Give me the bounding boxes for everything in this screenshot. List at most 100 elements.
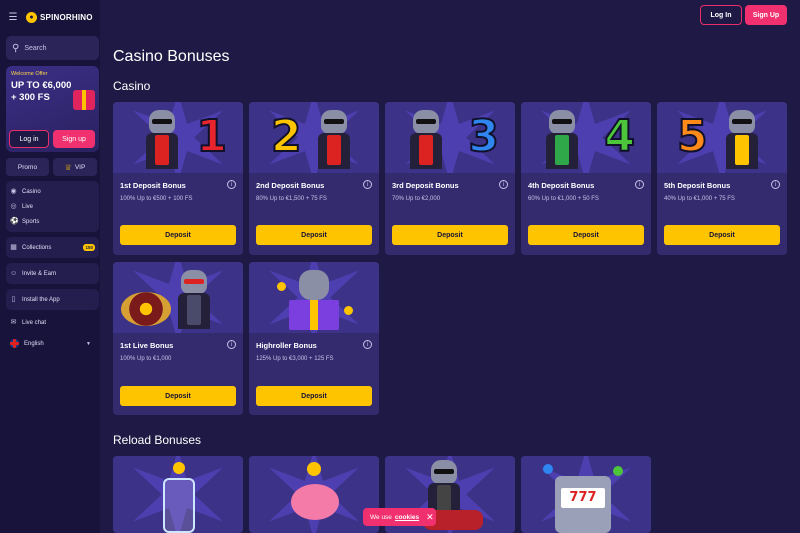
bonus-card-desc: 80% Up to €1,500 + 75 FS: [256, 196, 327, 202]
bonus-card-title: 5th Deposit Bonus: [664, 181, 731, 190]
cookie-link[interactable]: cookies: [395, 514, 419, 521]
bonus-card: 3 3rd Deposit Bonus i 70% Up to €2,000 D…: [385, 102, 515, 255]
digit-four-icon: 4: [603, 111, 636, 163]
bonus-card-art: 1: [113, 102, 243, 173]
sidebar-item-label: Sports: [22, 218, 40, 225]
promo-button[interactable]: Promo: [6, 158, 50, 176]
sidebar-item-sports[interactable]: ⚽ Sports: [6, 214, 99, 229]
deposit-button[interactable]: Deposit: [392, 225, 508, 245]
bonus-card-desc: 125% Up to €3,000 + 125 FS: [256, 356, 334, 362]
bonus-card-title: 2nd Deposit Bonus: [256, 181, 325, 190]
reload-bonus-card: [249, 456, 379, 533]
bonus-card-desc: 100% Up to €1,000: [120, 356, 172, 362]
bonus-card-desc: 60% Up to €1,000 + 50 FS: [528, 196, 599, 202]
deposit-button[interactable]: Deposit: [528, 225, 644, 245]
sidebar-item-casino[interactable]: ◉ Casino: [6, 184, 99, 199]
bonus-card-body: 1st Live Bonus i 100% Up to €1,000: [113, 333, 243, 362]
welcome-offer-banner[interactable]: Welcome Offer UP TO €6,000 + 300 FS Log …: [6, 66, 99, 152]
welcome-auth-row: Log in Sign up: [9, 130, 95, 148]
roulette-wheel-icon: [121, 292, 171, 326]
digit-one-icon: 1: [195, 111, 228, 163]
info-icon[interactable]: i: [363, 180, 372, 189]
sidebar-item-live-chat[interactable]: ✉ Live chat: [6, 315, 97, 330]
rhino-icon: [315, 110, 353, 170]
coin-icon: [173, 462, 185, 474]
language-selector[interactable]: English ▼: [6, 336, 97, 351]
gift-box-icon: [289, 300, 339, 330]
deposit-button[interactable]: Deposit: [664, 225, 780, 245]
search-input[interactable]: ⚲ Search: [6, 36, 99, 60]
bonus-card: 1 1st Deposit Bonus i 100% Up to €500 + …: [113, 102, 243, 255]
chat-icon: ✉: [10, 319, 17, 326]
bonus-card-title: 3rd Deposit Bonus: [392, 181, 459, 190]
header-login-button[interactable]: Log In: [700, 5, 742, 25]
section-title-reload: Reload Bonuses: [113, 433, 202, 447]
menu-toggle-icon[interactable]: ☰: [6, 10, 20, 24]
sidebar-item-label: Collections: [22, 244, 52, 251]
header-signup-button[interactable]: Sign Up: [745, 5, 787, 25]
digit-five-icon: 5: [676, 111, 709, 163]
sidebar-item-install-app[interactable]: ▯ Install the App: [6, 292, 99, 307]
nav-group-invite: ☺ Invite & Earn: [6, 263, 99, 284]
sidebar-login-button[interactable]: Log in: [9, 130, 49, 148]
bonus-card: 1st Live Bonus i 100% Up to €1,000 Depos…: [113, 262, 243, 415]
promo-row: Promo ♕ VIP: [6, 158, 97, 176]
section-title-casino: Casino: [113, 79, 151, 93]
info-icon[interactable]: i: [499, 180, 508, 189]
phone-icon: ▯: [11, 296, 16, 303]
logo-mark-icon: ●: [26, 11, 37, 23]
bonus-card-title: Highroller Bonus: [256, 341, 317, 350]
live-icon: ◎: [10, 203, 17, 210]
info-icon[interactable]: i: [227, 180, 236, 189]
bonus-card-desc: 40% Up to €1,000 + 75 FS: [664, 196, 735, 202]
coin-icon: [344, 306, 353, 315]
gift-icon: [73, 90, 95, 110]
sidebar-item-label: Invite & Earn: [22, 270, 57, 277]
search-placeholder: Search: [24, 44, 47, 52]
rhino-guitar-icon: [723, 110, 761, 170]
uk-flag-icon: [10, 339, 19, 348]
search-icon: ⚲: [12, 42, 20, 54]
bonus-card: 2 2nd Deposit Bonus i 80% Up to €1,500 +…: [249, 102, 379, 255]
sidebar-item-label: Casino: [22, 188, 41, 195]
bonus-card-title: 1st Deposit Bonus: [120, 181, 186, 190]
caret-down-icon: ▼: [86, 340, 91, 347]
vip-button[interactable]: ♕ VIP: [53, 158, 97, 176]
info-icon[interactable]: i: [771, 180, 780, 189]
bonus-card: 5 5th Deposit Bonus i 40% Up to €1,000 +…: [657, 102, 787, 255]
deposit-button[interactable]: Deposit: [120, 225, 236, 245]
deposit-button[interactable]: Deposit: [120, 386, 236, 406]
bonus-card-body: 3rd Deposit Bonus i 70% Up to €2,000: [385, 173, 515, 202]
info-icon[interactable]: i: [635, 180, 644, 189]
chip-icon: [543, 464, 553, 474]
crown-icon: ♕: [64, 162, 72, 172]
sidebar-item-invite[interactable]: ☺ Invite & Earn: [6, 266, 99, 281]
logo-text: SPINORHINO: [40, 12, 93, 22]
bonus-card-art: [113, 262, 243, 333]
close-icon[interactable]: ✕: [426, 512, 434, 523]
chip-icon: [613, 466, 623, 476]
cookie-text: We use: [370, 513, 392, 521]
rhino-guitar-icon: [143, 110, 181, 170]
bonus-card-art: 5: [657, 102, 787, 173]
logo[interactable]: ● SPINORHINO: [26, 11, 93, 23]
bonus-card-art: 3: [385, 102, 515, 173]
bonus-card-body: 2nd Deposit Bonus i 80% Up to €1,500 + 7…: [249, 173, 379, 202]
page-title: Casino Bonuses: [113, 48, 230, 65]
bonus-card: 4 4th Deposit Bonus i 60% Up to €1,000 +…: [521, 102, 651, 255]
digit-two-icon: 2: [270, 111, 303, 163]
sidebar: ☰ ● SPINORHINO ⚲ Search Welcome Offer UP…: [0, 0, 100, 533]
rhino-icon: [175, 270, 213, 330]
sidebar-signup-button[interactable]: Sign up: [53, 130, 95, 148]
language-label: English: [24, 340, 44, 347]
deposit-button[interactable]: Deposit: [256, 386, 372, 406]
info-icon[interactable]: i: [363, 340, 372, 349]
coin-icon: [307, 462, 321, 476]
sidebar-item-label: Install the App: [22, 296, 60, 303]
sidebar-item-live[interactable]: ◎ Live: [6, 199, 99, 214]
sidebar-item-collections[interactable]: ▦ Collections 150: [6, 240, 99, 255]
info-icon[interactable]: i: [227, 340, 236, 349]
collections-icon: ▦: [10, 244, 17, 251]
deposit-button[interactable]: Deposit: [256, 225, 372, 245]
bonus-card-title: 4th Deposit Bonus: [528, 181, 595, 190]
